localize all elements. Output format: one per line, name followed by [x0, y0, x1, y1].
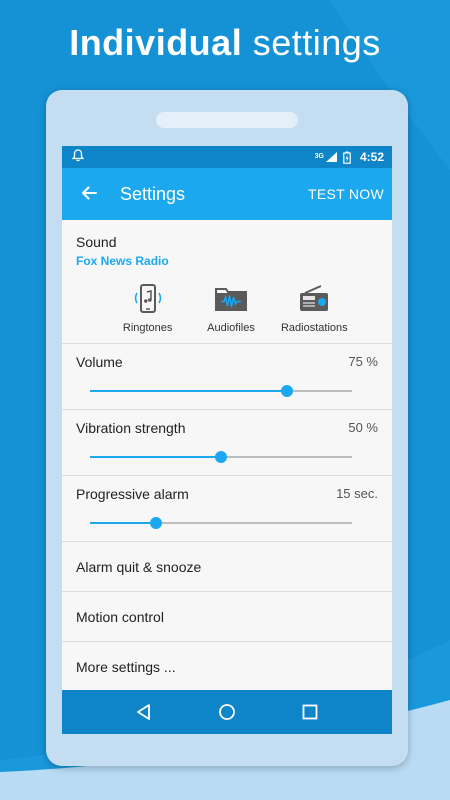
nav-recents-icon[interactable]	[301, 703, 319, 721]
vibration-value: 50 %	[348, 420, 378, 435]
alarm-quit-snooze-item[interactable]: Alarm quit & snooze	[62, 542, 392, 592]
vibration-slider-thumb[interactable]	[215, 451, 227, 463]
progressive-alarm-slider-fill	[90, 522, 156, 524]
progressive-alarm-label: Progressive alarm	[76, 486, 189, 502]
page-title: Settings	[120, 183, 186, 204]
progressive-alarm-setting: Progressive alarm 15 sec.	[62, 476, 392, 542]
vibration-setting: Vibration strength 50 %	[62, 410, 392, 476]
progressive-alarm-slider[interactable]	[90, 517, 352, 529]
navigation-bar	[62, 690, 392, 734]
headline: Individual settings	[0, 22, 450, 64]
nav-home-icon[interactable]	[218, 703, 236, 721]
sound-section: Sound Fox News Radio Ringtones Audiofile…	[62, 220, 392, 344]
headline-bold: Individual	[69, 22, 243, 63]
ringtones-button[interactable]: Ringtones	[108, 282, 188, 334]
signal-icon	[325, 151, 338, 163]
motion-control-item[interactable]: Motion control	[62, 592, 392, 642]
network-type: 3G	[314, 153, 324, 160]
volume-value: 75 %	[348, 354, 378, 369]
sound-label: Sound	[76, 234, 117, 250]
selected-station[interactable]: Fox News Radio	[76, 254, 378, 268]
volume-label: Volume	[76, 354, 123, 370]
progressive-alarm-value: 15 sec.	[336, 486, 378, 501]
back-arrow-icon[interactable]	[80, 184, 100, 204]
audiofiles-button[interactable]: Audiofiles	[191, 282, 271, 334]
vibration-label: Vibration strength	[76, 420, 186, 436]
volume-slider-fill	[90, 390, 287, 392]
app-bar: Settings TEST NOW	[62, 168, 392, 220]
phone-screen: 3G 4:52 Settings TEST NOW Sound Fox News…	[62, 146, 392, 734]
nav-back-icon[interactable]	[135, 703, 153, 721]
volume-slider[interactable]	[90, 385, 352, 397]
phone-music-icon	[134, 284, 161, 313]
audio-folder-icon	[214, 288, 247, 311]
phone-speaker	[156, 112, 298, 128]
battery-icon	[343, 151, 351, 164]
headline-light: settings	[252, 22, 381, 63]
ringtones-label: Ringtones	[122, 322, 173, 334]
notification-bell-icon	[71, 149, 85, 165]
sound-source-options: Ringtones Audiofiles Radiostations	[76, 282, 378, 334]
vibration-slider[interactable]	[90, 451, 352, 463]
test-now-button[interactable]: TEST NOW	[308, 186, 384, 202]
volume-slider-thumb[interactable]	[280, 385, 293, 397]
status-bar: 3G 4:52	[62, 146, 392, 168]
radiostations-label: Radiostations	[280, 322, 348, 334]
vibration-slider-fill	[90, 456, 221, 458]
progressive-alarm-slider-thumb[interactable]	[149, 517, 162, 529]
audiofiles-label: Audiofiles	[207, 322, 255, 334]
volume-setting: Volume 75 %	[62, 344, 392, 410]
phone-frame: 3G 4:52 Settings TEST NOW Sound Fox News…	[46, 90, 408, 766]
radio-icon	[300, 285, 329, 311]
status-time: 4:52	[359, 150, 384, 164]
radiostations-button[interactable]: Radiostations	[274, 282, 354, 334]
more-settings-item[interactable]: More settings ...	[62, 642, 392, 692]
